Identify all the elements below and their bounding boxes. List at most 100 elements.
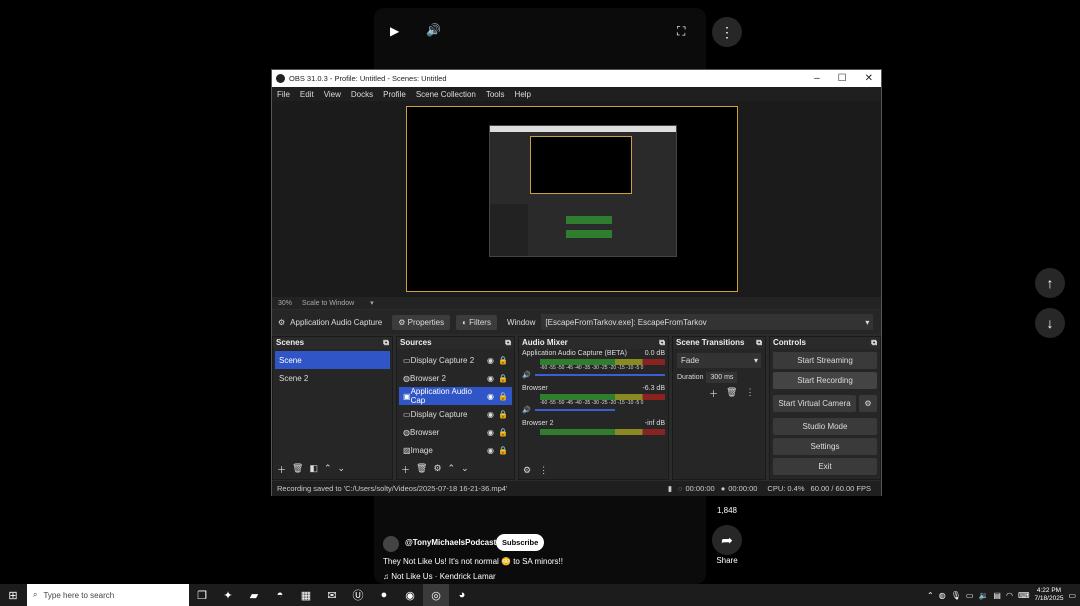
properties-button[interactable]: ⚙ Properties: [392, 314, 451, 330]
maximize-icon[interactable]: ☐: [838, 73, 847, 84]
file-explorer-icon[interactable]: ▰: [241, 584, 267, 606]
tray-chevron-icon[interactable]: ⌃: [927, 591, 934, 600]
speaker-icon[interactable]: 🔊: [522, 371, 531, 379]
menu-tools[interactable]: Tools: [481, 90, 510, 99]
outlook-icon[interactable]: ✉: [319, 584, 345, 606]
menu-profile[interactable]: Profile: [378, 90, 411, 99]
speaker-icon[interactable]: 🔊: [522, 406, 531, 414]
wifi-icon[interactable]: ◠: [1006, 591, 1013, 600]
move-up-icon[interactable]: ⌃: [324, 463, 332, 476]
undock-icon[interactable]: ⧉: [756, 338, 762, 348]
trash-icon[interactable]: 🗑: [416, 463, 427, 476]
scene-item[interactable]: Scene 2: [275, 369, 390, 387]
advanced-audio-icon[interactable]: ⚙: [523, 465, 531, 476]
menu-edit[interactable]: Edit: [295, 90, 319, 99]
filter-icon[interactable]: ◧: [309, 463, 318, 476]
task-view-icon[interactable]: ❐: [189, 584, 215, 606]
move-down-icon[interactable]: ⌄: [461, 463, 469, 476]
gear-icon[interactable]: ⚙: [433, 463, 441, 476]
volume-slider[interactable]: [534, 409, 615, 411]
kebab-icon[interactable]: ⋮: [539, 465, 548, 476]
kebab-icon[interactable]: ⋮: [745, 387, 754, 400]
start-virtual-camera-button[interactable]: Start Virtual Camera: [773, 395, 856, 412]
source-item[interactable]: ▭ Display Capture ◉ 🔒: [399, 405, 512, 423]
lock-icon[interactable]: 🔒: [498, 356, 508, 365]
speaker-icon[interactable]: 🔉: [978, 591, 988, 600]
lock-icon[interactable]: 🔒: [498, 410, 508, 419]
eye-icon[interactable]: ◉: [487, 356, 494, 365]
store-icon[interactable]: ▦: [293, 584, 319, 606]
clipboard-icon[interactable]: ▤: [993, 591, 1001, 600]
menu-scene-collection[interactable]: Scene Collection: [411, 90, 481, 99]
source-item[interactable]: ▣ Application Audio Cap ◉ 🔒: [399, 387, 512, 405]
menu-file[interactable]: File: [272, 90, 295, 99]
subscribe-button[interactable]: Subscribe: [496, 534, 545, 551]
menu-docks[interactable]: Docks: [346, 90, 378, 99]
source-item[interactable]: ◍ Browser ◉ 🔒: [399, 423, 512, 441]
more-options-icon[interactable]: ⋮: [712, 17, 742, 47]
app-icon[interactable]: ●: [371, 584, 397, 606]
obs-taskbar-icon[interactable]: ◎: [423, 584, 449, 606]
next-short-icon[interactable]: ↓: [1035, 308, 1065, 338]
language-icon[interactable]: ⌨: [1018, 591, 1030, 600]
start-recording-button[interactable]: Start Recording: [773, 372, 877, 389]
studio-mode-button[interactable]: Studio Mode: [773, 418, 877, 435]
network-icon[interactable]: ▭: [966, 591, 974, 600]
eye-icon[interactable]: ◉: [487, 446, 494, 455]
add-icon[interactable]: ＋: [277, 463, 286, 476]
move-up-icon[interactable]: ⌃: [448, 463, 456, 476]
eye-icon[interactable]: ◉: [487, 428, 494, 437]
microphone-icon[interactable]: 🎙: [951, 591, 961, 600]
eye-icon[interactable]: ◉: [487, 410, 494, 419]
windows-start-icon[interactable]: ⊞: [0, 584, 26, 606]
fullscreen-exit-icon[interactable]: ⛶: [677, 24, 685, 39]
undock-icon[interactable]: ⧉: [659, 338, 665, 348]
lock-icon[interactable]: 🔒: [498, 374, 508, 383]
play-icon[interactable]: ▶: [390, 24, 399, 38]
exit-button[interactable]: Exit: [773, 458, 877, 475]
lock-icon[interactable]: 🔒: [498, 428, 508, 437]
undock-icon[interactable]: ⧉: [383, 338, 389, 348]
duration-input[interactable]: 300 ms: [706, 372, 738, 383]
previous-short-icon[interactable]: ↑: [1035, 268, 1065, 298]
trash-icon[interactable]: 🗑: [726, 387, 737, 400]
add-icon[interactable]: ＋: [401, 463, 410, 476]
scene-item[interactable]: Scene: [275, 351, 390, 369]
preview-area[interactable]: [272, 101, 881, 297]
add-icon[interactable]: ＋: [709, 387, 718, 400]
eye-icon[interactable]: ◉: [487, 374, 494, 383]
edge-icon[interactable]: ◓: [267, 584, 293, 606]
settings-button[interactable]: Settings: [773, 438, 877, 455]
trash-icon[interactable]: 🗑: [292, 463, 303, 476]
minimize-icon[interactable]: –: [814, 73, 820, 84]
volume-icon[interactable]: 🔊: [426, 23, 441, 37]
tray-app-icon[interactable]: ◍: [939, 591, 946, 600]
menu-help[interactable]: Help: [510, 90, 536, 99]
song-info[interactable]: ♫ Not Like Us · Kendrick Lamar: [383, 572, 496, 581]
volume-slider[interactable]: [534, 374, 665, 376]
upwork-icon[interactable]: Ⓤ: [345, 584, 371, 606]
channel-name[interactable]: @TonyMichaelsPodcast: [405, 538, 496, 547]
zoom-dropdown-icon[interactable]: ▾: [370, 299, 374, 307]
filters-button[interactable]: ◐ Filters: [456, 314, 497, 330]
start-streaming-button[interactable]: Start Streaming: [773, 352, 877, 369]
source-item[interactable]: ▨ Image ◉ 🔒: [399, 441, 512, 459]
spotify-icon[interactable]: ◉: [397, 584, 423, 606]
source-item[interactable]: ▭ Display Capture 2 ◉ 🔒: [399, 351, 512, 369]
eye-icon[interactable]: ◉: [487, 392, 494, 401]
lock-icon[interactable]: 🔒: [498, 446, 508, 455]
preview-canvas[interactable]: [406, 106, 738, 292]
copilot-icon[interactable]: ✦: [215, 584, 241, 606]
share-icon[interactable]: ➦: [712, 525, 742, 555]
undock-icon[interactable]: ⧉: [505, 338, 511, 348]
channel-avatar[interactable]: [383, 536, 399, 552]
chrome-icon[interactable]: ◕: [449, 584, 475, 606]
menu-view[interactable]: View: [319, 90, 346, 99]
close-icon[interactable]: ✕: [865, 73, 873, 84]
lock-icon[interactable]: 🔒: [498, 392, 508, 401]
window-select[interactable]: [EscapeFromTarkov.exe]: EscapeFromTarkov…: [541, 314, 874, 330]
source-item[interactable]: ◍ Browser 2 ◉ 🔒: [399, 369, 512, 387]
taskbar-search[interactable]: ⌕ Type here to search: [27, 584, 189, 606]
move-down-icon[interactable]: ⌄: [338, 463, 346, 476]
transition-select[interactable]: Fade ▾: [677, 353, 761, 368]
